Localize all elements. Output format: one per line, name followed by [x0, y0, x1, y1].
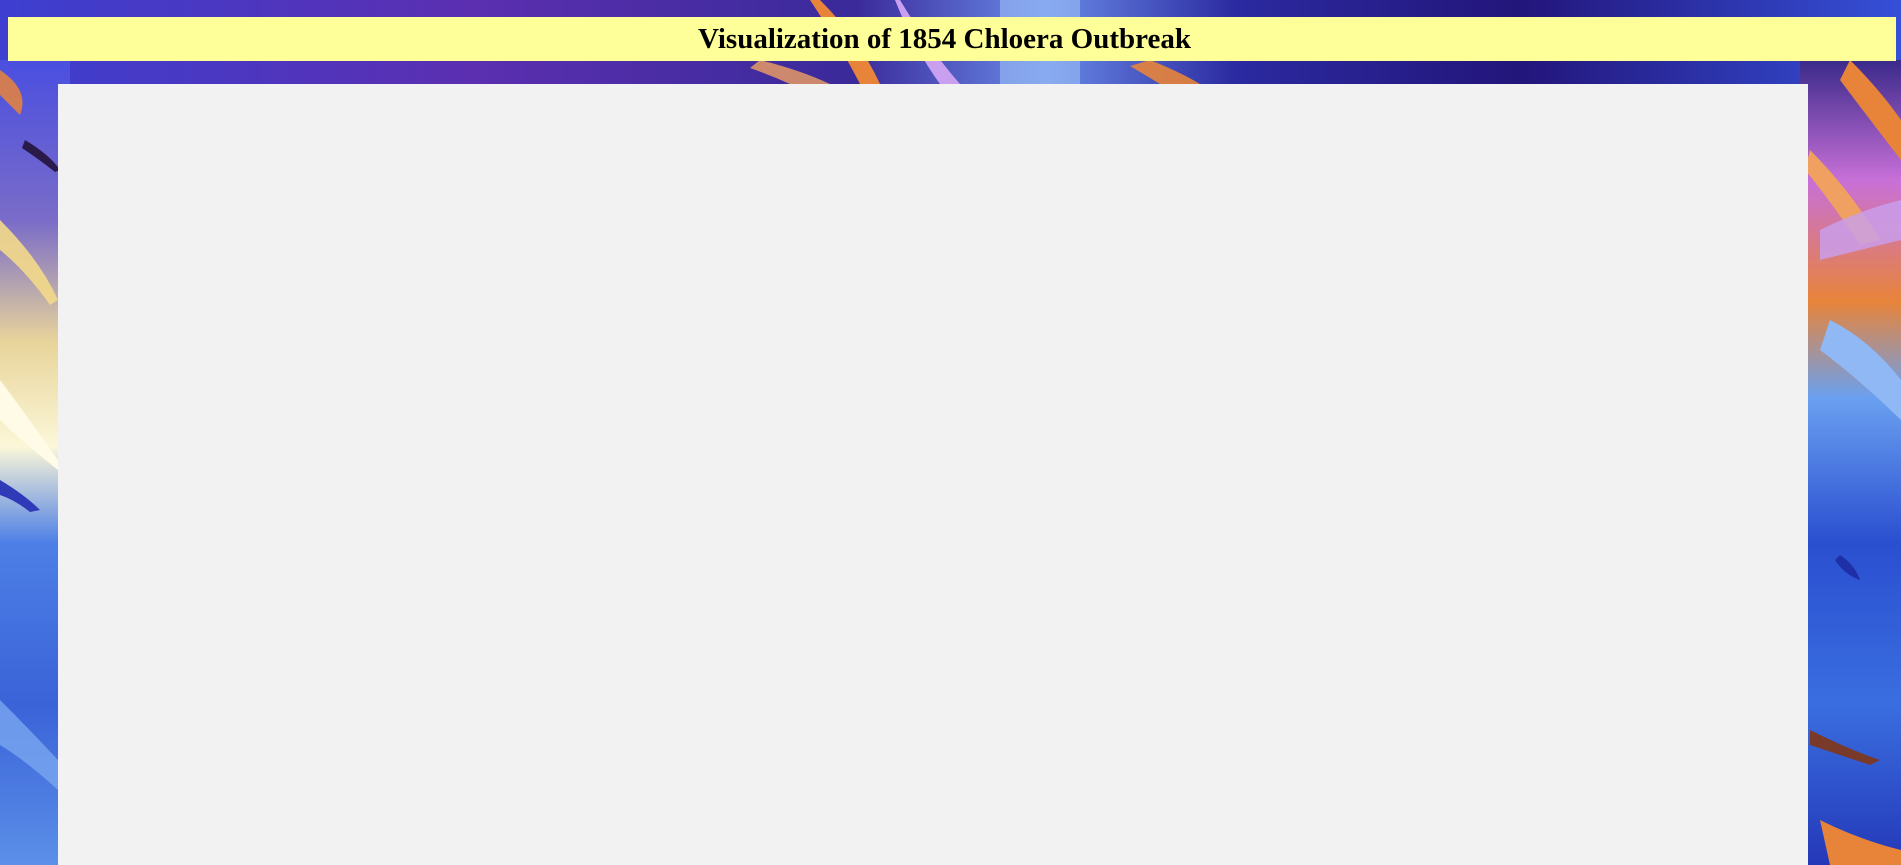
map-canvas[interactable]: [58, 84, 1808, 865]
title-banner: Visualization of 1854 Chloera Outbreak: [8, 17, 1896, 61]
page-title: Visualization of 1854 Chloera Outbreak: [697, 22, 1191, 55]
